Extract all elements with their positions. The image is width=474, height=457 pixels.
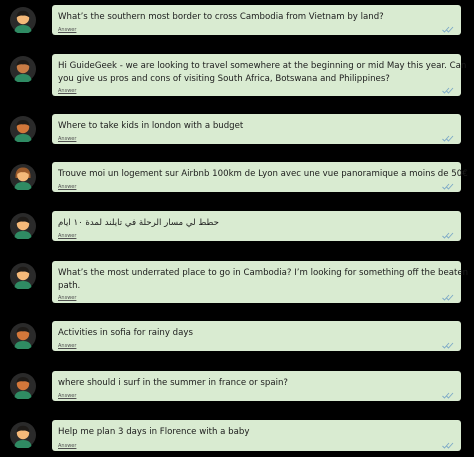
- message-text: What’s the most underrated place to go i…: [58, 268, 469, 278]
- message-bubble[interactable]: Trouve moi un logement sur Airbnb 100km …: [52, 162, 468, 192]
- message-row: حطط لي مسار الرحلة في تايلند لمدة ١٠ ايا…: [0, 211, 474, 241]
- message-text: What’s the southern most border to cross…: [58, 12, 384, 22]
- avatar-icon: [10, 7, 36, 33]
- message-bubble[interactable]: حطط لي مسار الرحلة في تايلند لمدة ١٠ ايا…: [52, 211, 461, 241]
- avatar-icon: [10, 422, 36, 448]
- answer-link[interactable]: Answer: [58, 443, 76, 449]
- message-row: Activities in sofia for rainy days Answe…: [0, 321, 474, 351]
- message-text: حطط لي مسار الرحلة في تايلند لمدة ١٠ ايا…: [58, 218, 219, 228]
- message-text: Hi GuideGeek - we are looking to travel …: [58, 61, 467, 71]
- message-bubble[interactable]: where should i surf in the summer in fra…: [52, 371, 461, 401]
- message-row: Where to take kids in london with a budg…: [0, 114, 474, 144]
- answer-link[interactable]: Answer: [58, 184, 76, 190]
- message-text: Where to take kids in london with a budg…: [58, 121, 244, 131]
- avatar-icon: [10, 263, 36, 289]
- message-row: Help me plan 3 days in Florence with a b…: [0, 420, 474, 451]
- message-row: Trouve moi un logement sur Airbnb 100km …: [0, 162, 474, 192]
- message-bubble[interactable]: Help me plan 3 days in Florence with a b…: [52, 420, 461, 451]
- message-text: Activities in sofia for rainy days: [58, 328, 193, 338]
- read-receipt-icon: [442, 135, 455, 142]
- message-bubble[interactable]: What’s the southern most border to cross…: [52, 5, 461, 35]
- message-text: Help me plan 3 days in Florence with a b…: [58, 427, 250, 437]
- message-row: Hi GuideGeek - we are looking to travel …: [0, 54, 474, 96]
- read-receipt-icon: [442, 232, 455, 239]
- answer-link[interactable]: Answer: [58, 295, 76, 301]
- avatar-icon: [10, 373, 36, 399]
- message-bubble[interactable]: Hi GuideGeek - we are looking to travel …: [52, 54, 467, 96]
- message-row: where should i surf in the summer in fra…: [0, 371, 474, 401]
- read-receipt-icon: [442, 294, 455, 301]
- answer-link[interactable]: Answer: [58, 88, 76, 94]
- message-row: What’s the southern most border to cross…: [0, 5, 474, 35]
- read-receipt-icon: [442, 183, 455, 190]
- read-receipt-icon: [442, 342, 455, 349]
- message-bubble[interactable]: Activities in sofia for rainy days Answe…: [52, 321, 461, 351]
- message-text: Trouve moi un logement sur Airbnb 100km …: [58, 169, 468, 179]
- message-row: What’s the most underrated place to go i…: [0, 261, 474, 303]
- answer-link[interactable]: Answer: [58, 393, 76, 399]
- question-feed: What’s the southern most border to cross…: [0, 0, 474, 457]
- read-receipt-icon: [442, 26, 455, 33]
- avatar-icon: [10, 213, 36, 239]
- read-receipt-icon: [442, 442, 455, 449]
- avatar-icon: [10, 323, 36, 349]
- avatar-icon: [10, 164, 36, 190]
- avatar-icon: [10, 116, 36, 142]
- message-text-line-2: you give us pros and cons of visiting So…: [58, 74, 390, 84]
- answer-link[interactable]: Answer: [58, 343, 76, 349]
- read-receipt-icon: [442, 87, 455, 94]
- answer-link[interactable]: Answer: [58, 233, 76, 239]
- message-text: where should i surf in the summer in fra…: [58, 378, 288, 388]
- answer-link[interactable]: Answer: [58, 136, 76, 142]
- message-bubble[interactable]: What’s the most underrated place to go i…: [52, 261, 469, 303]
- message-text-line-2: path.: [58, 281, 81, 291]
- answer-link[interactable]: Answer: [58, 27, 76, 33]
- avatar-icon: [10, 56, 36, 82]
- message-bubble[interactable]: Where to take kids in london with a budg…: [52, 114, 461, 144]
- read-receipt-icon: [442, 392, 455, 399]
